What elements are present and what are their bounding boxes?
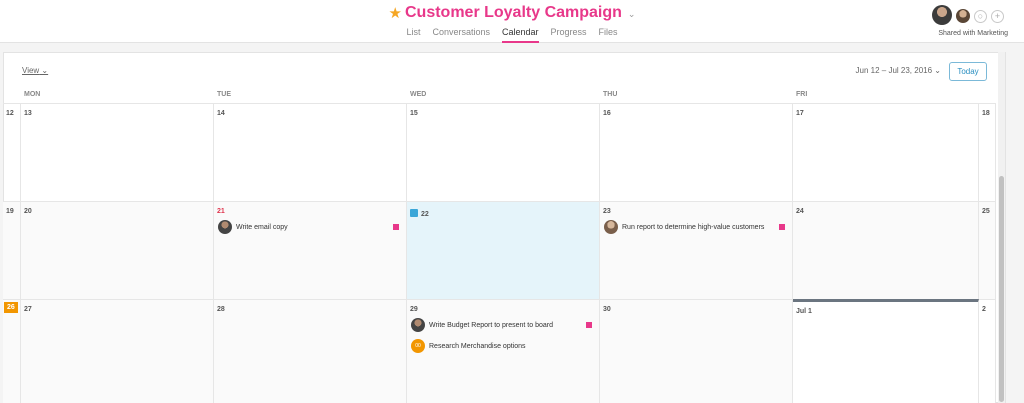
- day-number: 2: [982, 306, 986, 313]
- tab-calendar[interactable]: Calendar: [501, 27, 539, 43]
- day-cell-today[interactable]: 22: [407, 201, 600, 299]
- week-row: 19 20 21 Write email copy 22 23 Run repo…: [3, 201, 996, 299]
- day-cell-sat[interactable]: 25: [979, 201, 996, 299]
- day-cell[interactable]: 14: [214, 103, 407, 201]
- week-row: 26 27 28 29 Write Budget Report to prese…: [3, 299, 996, 403]
- day-header-mon: MON: [24, 91, 41, 98]
- task-item[interactable]: Run report to determine high-value custo…: [604, 220, 789, 234]
- project-title[interactable]: Customer Loyalty Campaign: [405, 4, 622, 22]
- day-cell[interactable]: 20: [21, 201, 214, 299]
- avatar: [604, 220, 618, 234]
- day-header-thu: THU: [603, 91, 618, 98]
- task-item[interactable]: 00 Research Merchandise options: [411, 339, 596, 353]
- day-number: 15: [410, 110, 418, 117]
- day-number: 14: [217, 110, 225, 117]
- day-number: 12: [6, 110, 14, 117]
- day-cell[interactable]: 27: [21, 299, 214, 403]
- view-dropdown[interactable]: View ⌄: [22, 66, 48, 75]
- day-cell-sat[interactable]: 2: [979, 299, 996, 403]
- day-number: 22: [410, 208, 429, 218]
- calendar-icon: [410, 209, 418, 217]
- avatar: [411, 318, 425, 332]
- day-cell[interactable]: 16: [600, 103, 793, 201]
- task-name: Run report to determine high-value custo…: [622, 223, 765, 231]
- day-cell-sat[interactable]: 18: [979, 103, 996, 201]
- day-number: 16: [603, 110, 611, 117]
- day-number: 13: [24, 110, 32, 117]
- scrollbar-thumb[interactable]: [999, 176, 1004, 402]
- share-label[interactable]: Shared with Marketing: [920, 30, 1008, 37]
- day-number: 29: [410, 306, 418, 313]
- day-number: 28: [217, 306, 225, 313]
- avatar: [218, 220, 232, 234]
- day-cell-sun[interactable]: 19: [3, 201, 21, 299]
- status-flag: [393, 224, 399, 230]
- share-area: ○ + Shared with Marketing: [920, 4, 1008, 40]
- task-name: Write Budget Report to present to board: [429, 321, 553, 329]
- day-number: 20: [24, 208, 32, 215]
- star-icon[interactable]: ★: [389, 6, 402, 21]
- day-cell[interactable]: 29 Write Budget Report to present to boa…: [407, 299, 600, 403]
- calendar-scrollbar[interactable]: [998, 52, 1005, 403]
- task-name: Write email copy: [236, 223, 288, 231]
- day-number: Jul 1: [796, 308, 812, 315]
- week-row: 12 13 14 15 16 17 18: [3, 103, 996, 201]
- tab-list[interactable]: List: [406, 27, 420, 43]
- day-number: 23: [603, 208, 611, 215]
- chevron-down-icon[interactable]: ⌄: [628, 9, 636, 20]
- avatar[interactable]: [932, 5, 952, 25]
- day-header-tue: TUE: [217, 91, 231, 98]
- day-number: 21: [217, 208, 225, 215]
- day-cell[interactable]: 28: [214, 299, 407, 403]
- task-name: Research Merchandise options: [429, 342, 526, 350]
- day-number: 24: [796, 208, 804, 215]
- day-header-wed: WED: [410, 91, 427, 98]
- day-cell[interactable]: 15: [407, 103, 600, 201]
- day-number: 19: [6, 208, 14, 215]
- user-icon[interactable]: ○: [974, 10, 987, 23]
- today-button[interactable]: Today: [949, 62, 987, 81]
- task-item[interactable]: Write email copy: [218, 220, 403, 234]
- task-item[interactable]: Write Budget Report to present to board: [411, 318, 596, 332]
- date-range-label: Jun 12 – Jul 23, 2016: [855, 66, 933, 75]
- status-flag: [779, 224, 785, 230]
- today-badge: 26: [4, 302, 18, 313]
- day-number: 30: [603, 306, 611, 313]
- project-header: ★ Customer Loyalty Campaign ⌄ List Conve…: [0, 0, 1024, 43]
- view-label: View: [22, 66, 40, 75]
- day-cell[interactable]: 21 Write email copy: [214, 201, 407, 299]
- day-cell[interactable]: 30: [600, 299, 793, 403]
- day-cell[interactable]: 23 Run report to determine high-value cu…: [600, 201, 793, 299]
- tab-conversations[interactable]: Conversations: [432, 27, 490, 43]
- status-flag: [586, 322, 592, 328]
- day-number: 27: [24, 306, 32, 313]
- day-header-fri: FRI: [796, 91, 808, 98]
- tab-progress[interactable]: Progress: [551, 27, 587, 43]
- add-member-icon[interactable]: +: [991, 10, 1004, 23]
- day-cell-sun[interactable]: 12: [3, 103, 21, 201]
- day-cell[interactable]: 17: [793, 103, 979, 201]
- avatar: 00: [411, 339, 425, 353]
- day-number: 18: [982, 110, 990, 117]
- day-cell-sun[interactable]: 26: [3, 299, 21, 403]
- day-cell-next-month[interactable]: Jul 1: [793, 299, 979, 403]
- avatar[interactable]: [956, 9, 970, 23]
- day-cell[interactable]: 13: [21, 103, 214, 201]
- tab-files[interactable]: Files: [599, 27, 618, 43]
- title-row: ★ Customer Loyalty Campaign ⌄: [0, 4, 1024, 22]
- date-range-dropdown[interactable]: Jun 12 – Jul 23, 2016 ⌄: [856, 66, 941, 75]
- day-cell[interactable]: 24: [793, 201, 979, 299]
- day-number: 25: [982, 208, 990, 215]
- project-tabs: List Conversations Calendar Progress Fil…: [0, 27, 1024, 43]
- day-number-text: 22: [421, 211, 429, 218]
- day-number: 17: [796, 110, 804, 117]
